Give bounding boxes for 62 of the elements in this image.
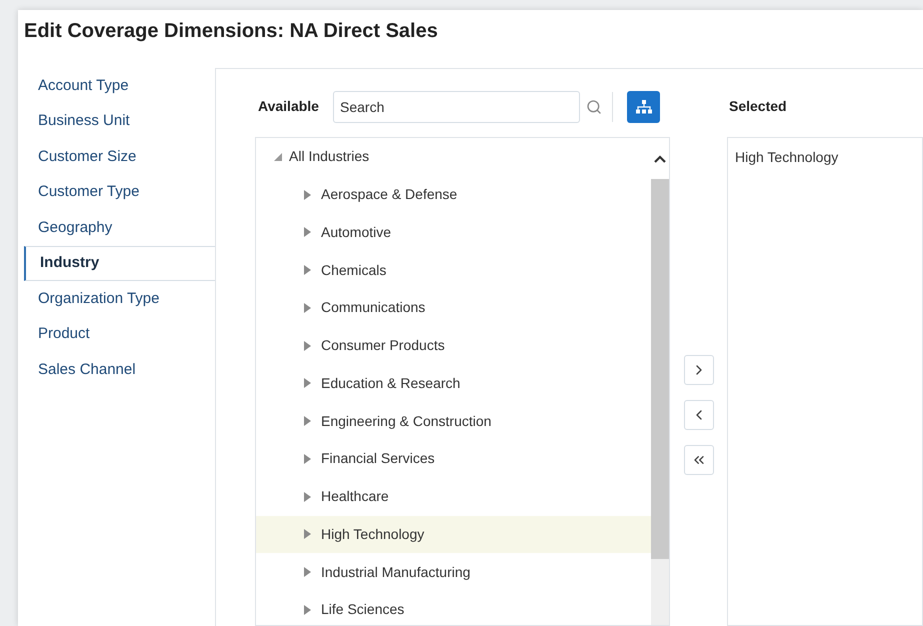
tree-item-label: Education & Research bbox=[321, 374, 460, 393]
collapsed-triangle-icon[interactable] bbox=[304, 454, 311, 464]
tree-item-label: Consumer Products bbox=[321, 336, 445, 356]
tree-row[interactable]: Industrial Manufacturing bbox=[256, 553, 651, 591]
available-label: Available bbox=[258, 97, 320, 116]
tree-row[interactable]: High Technology bbox=[256, 516, 651, 554]
collapsed-triangle-icon[interactable] bbox=[304, 227, 311, 238]
tree-item-label: Automotive bbox=[321, 222, 392, 242]
tree-row[interactable]: Aerospace & Defense bbox=[256, 176, 651, 214]
tree-item-label: Communications bbox=[321, 298, 426, 318]
selected-label: Selected bbox=[729, 97, 787, 116]
tree-item-label: High Technology bbox=[321, 524, 424, 544]
collapsed-triangle-icon[interactable] bbox=[304, 302, 311, 313]
sidebar-item[interactable]: Geography bbox=[24, 210, 215, 246]
move-all-left-button[interactable] bbox=[684, 445, 714, 475]
hierarchy-button[interactable] bbox=[627, 90, 660, 122]
tree-item-label: Engineering & Construction bbox=[321, 412, 492, 431]
sidebar-item[interactable]: Industry bbox=[24, 246, 215, 281]
tree-row[interactable]: Engineering & Construction bbox=[256, 402, 651, 440]
tree-row[interactable]: Healthcare bbox=[256, 478, 651, 516]
collapsed-triangle-icon[interactable] bbox=[304, 567, 311, 578]
sidebar-item[interactable]: Business Unit bbox=[24, 104, 215, 139]
tree-row[interactable]: All Industries bbox=[256, 138, 651, 176]
collapsed-triangle-icon[interactable] bbox=[304, 190, 311, 200]
tree-item-label: Financial Services bbox=[321, 449, 435, 468]
scrollbar-thumb[interactable] bbox=[651, 179, 669, 559]
search-icon[interactable] bbox=[586, 98, 602, 114]
sidebar-item[interactable]: Customer Type bbox=[24, 174, 215, 210]
sidebar-item[interactable]: Product bbox=[24, 316, 215, 352]
move-right-button[interactable] bbox=[684, 355, 714, 385]
expanded-triangle-icon[interactable] bbox=[274, 152, 282, 161]
tree-item-label: Life Sciences bbox=[321, 600, 404, 620]
tree-row[interactable]: Consumer Products bbox=[256, 326, 651, 364]
search-field[interactable]: Search bbox=[333, 90, 580, 122]
sidebar-item[interactable]: Sales Channel bbox=[24, 352, 215, 388]
sidebar-item[interactable]: Customer Size bbox=[24, 139, 215, 174]
selected-item[interactable]: High Technology bbox=[735, 147, 922, 167]
tree-row[interactable]: Communications bbox=[256, 289, 651, 327]
scrollbar[interactable] bbox=[651, 138, 669, 625]
collapsed-triangle-icon[interactable] bbox=[304, 492, 311, 502]
collapsed-triangle-icon[interactable] bbox=[304, 529, 311, 540]
tree-row[interactable]: Financial Services bbox=[256, 440, 651, 478]
collapsed-triangle-icon[interactable] bbox=[304, 265, 311, 276]
tree-row[interactable]: Automotive bbox=[256, 214, 651, 252]
tree-item-label: All Industries bbox=[289, 147, 370, 166]
sidebar-item[interactable]: Organization Type bbox=[24, 281, 215, 316]
collapsed-triangle-icon[interactable] bbox=[304, 340, 311, 351]
tree-item-label: Healthcare bbox=[321, 487, 389, 506]
tree-row[interactable]: Education & Research bbox=[256, 364, 651, 402]
sidebar-item[interactable]: Account Type bbox=[24, 68, 215, 104]
collapsed-triangle-icon[interactable] bbox=[304, 604, 311, 615]
hierarchy-icon bbox=[636, 100, 652, 114]
tree-item-label: Industrial Manufacturing bbox=[321, 562, 470, 582]
tree-item-label: Chemicals bbox=[321, 260, 386, 280]
scroll-up-icon[interactable] bbox=[654, 154, 666, 162]
collapsed-triangle-icon[interactable] bbox=[304, 378, 311, 388]
tree-row[interactable]: Life Sciences bbox=[256, 591, 651, 625]
tree-row[interactable]: Chemicals bbox=[256, 251, 651, 289]
collapsed-triangle-icon[interactable] bbox=[304, 416, 311, 426]
dialog-title: Edit Coverage Dimensions: NA Direct Sales bbox=[24, 19, 438, 44]
tree-item-label: Aerospace & Defense bbox=[321, 185, 458, 204]
move-left-button[interactable] bbox=[684, 400, 714, 430]
